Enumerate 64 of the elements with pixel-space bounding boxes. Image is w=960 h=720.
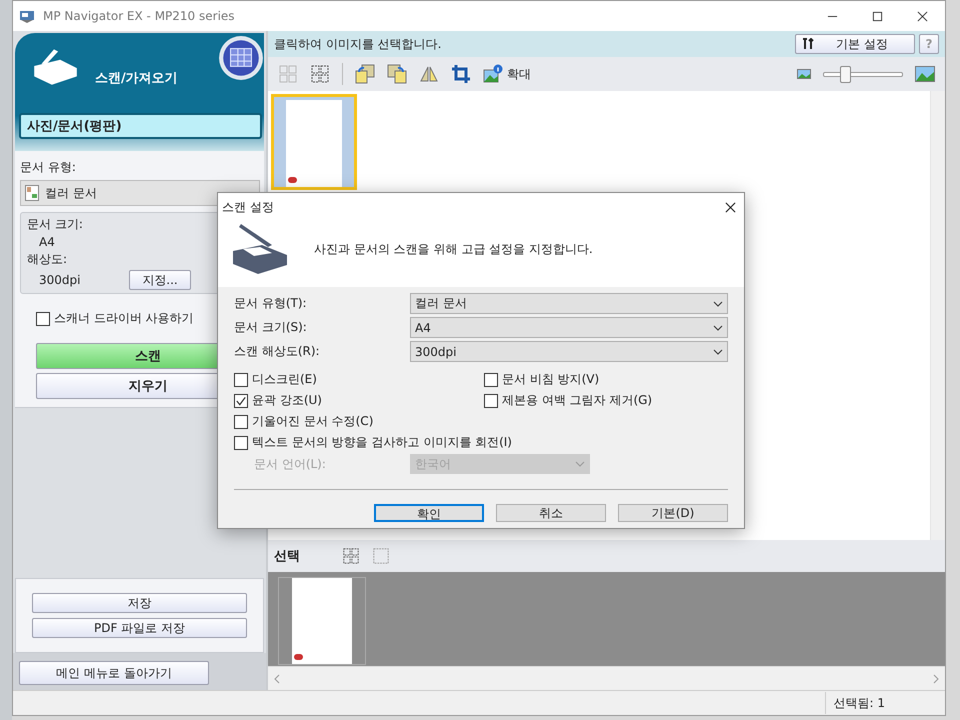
instruction-text: 클릭하여 이미지를 선택합니다. bbox=[274, 36, 442, 52]
tray-thumbnail[interactable] bbox=[278, 577, 366, 665]
dropdown[interactable]: A4 bbox=[410, 317, 728, 338]
large-picture-icon bbox=[915, 66, 935, 82]
field-label: 문서 크기(S): bbox=[234, 319, 308, 336]
zoom-picture-icon[interactable] bbox=[483, 64, 503, 84]
summary-value: 300dpi bbox=[38, 273, 80, 287]
mode-title: 스캔/가져오기 bbox=[95, 70, 178, 87]
specify-button[interactable]: 지정... bbox=[129, 270, 191, 290]
chevron-icon bbox=[575, 461, 585, 467]
checkbox[interactable] bbox=[234, 372, 248, 386]
summary-label: 해상도: bbox=[27, 251, 68, 268]
chevron-icon bbox=[713, 324, 723, 330]
thumbnail[interactable] bbox=[271, 94, 357, 190]
dialog-button[interactable]: 기본(D) bbox=[618, 504, 728, 522]
save-button[interactable]: PDF 파일로 저장 bbox=[32, 618, 247, 638]
dropdown[interactable]: 컬러 문서 bbox=[410, 293, 728, 314]
checkbox[interactable] bbox=[234, 414, 248, 428]
small-picture-icon bbox=[797, 69, 811, 79]
checkbox[interactable] bbox=[484, 372, 498, 386]
close-icon[interactable] bbox=[917, 10, 928, 22]
grid-icon[interactable] bbox=[218, 35, 264, 81]
select-all-icon[interactable] bbox=[342, 547, 360, 565]
checkbox-label: 제본용 여백 그림자 제거(G) bbox=[502, 392, 652, 409]
checkbox-label: 텍스트 문서의 방향을 검사하고 이미지를 회전(I) bbox=[252, 434, 512, 451]
deselect-icon[interactable] bbox=[310, 64, 330, 84]
status-text: 선택됨: 1 bbox=[824, 692, 945, 714]
app-icon bbox=[19, 8, 35, 24]
dialog-button[interactable]: 취소 bbox=[496, 504, 606, 522]
document-icon bbox=[25, 185, 39, 201]
mirror-icon[interactable] bbox=[419, 64, 439, 84]
checkbox[interactable] bbox=[234, 436, 248, 450]
zoom-label: 확대 bbox=[507, 66, 531, 82]
dialog-button[interactable]: 확인 bbox=[374, 504, 484, 522]
checkbox-label: 스캐너 드라이버 사용하기 bbox=[54, 310, 194, 327]
checkbox-label: 기울어진 문서 수정(C) bbox=[252, 413, 374, 430]
maximize-icon[interactable] bbox=[872, 10, 883, 22]
field-label: 문서 언어(L): bbox=[253, 456, 327, 472]
dialog-description: 사진과 문서의 스캔을 위해 고급 설정을 지정합니다. bbox=[314, 240, 593, 258]
scanner-icon bbox=[232, 223, 288, 275]
summary-label: 문서 크기: bbox=[27, 216, 84, 233]
close-icon[interactable] bbox=[725, 202, 736, 212]
save-button[interactable]: 저장 bbox=[32, 593, 247, 613]
field-label: 문서 유형(T): bbox=[234, 295, 308, 312]
dropdown[interactable]: 300dpi bbox=[410, 341, 728, 362]
thumbnail-size-slider[interactable] bbox=[823, 66, 903, 82]
checkbox[interactable] bbox=[484, 394, 498, 408]
selection-label: 선택 bbox=[274, 548, 301, 565]
main-menu-button[interactable]: 메인 메뉴로 돌아가기 bbox=[19, 661, 209, 685]
crop-icon[interactable] bbox=[451, 64, 471, 84]
chevron-icon bbox=[713, 348, 723, 354]
checkbox-label: 문서 비침 방지(V) bbox=[502, 371, 600, 388]
summary-value: A4 bbox=[38, 235, 55, 249]
checkbox[interactable] bbox=[36, 312, 50, 326]
field-label: 문서 유형: bbox=[20, 159, 77, 176]
settings-button[interactable]: 기본 설정 bbox=[795, 34, 915, 54]
source-label[interactable]: 사진/문서(평판) bbox=[19, 113, 262, 139]
rotate-right-icon[interactable] bbox=[387, 64, 407, 84]
scrollbar[interactable] bbox=[930, 91, 945, 540]
tools-icon bbox=[802, 38, 816, 50]
checkbox[interactable] bbox=[234, 394, 248, 408]
chevron-icon bbox=[713, 300, 723, 306]
rotate-left-icon[interactable] bbox=[355, 64, 375, 84]
window-title: MP Navigator EX - MP210 series bbox=[43, 9, 235, 23]
